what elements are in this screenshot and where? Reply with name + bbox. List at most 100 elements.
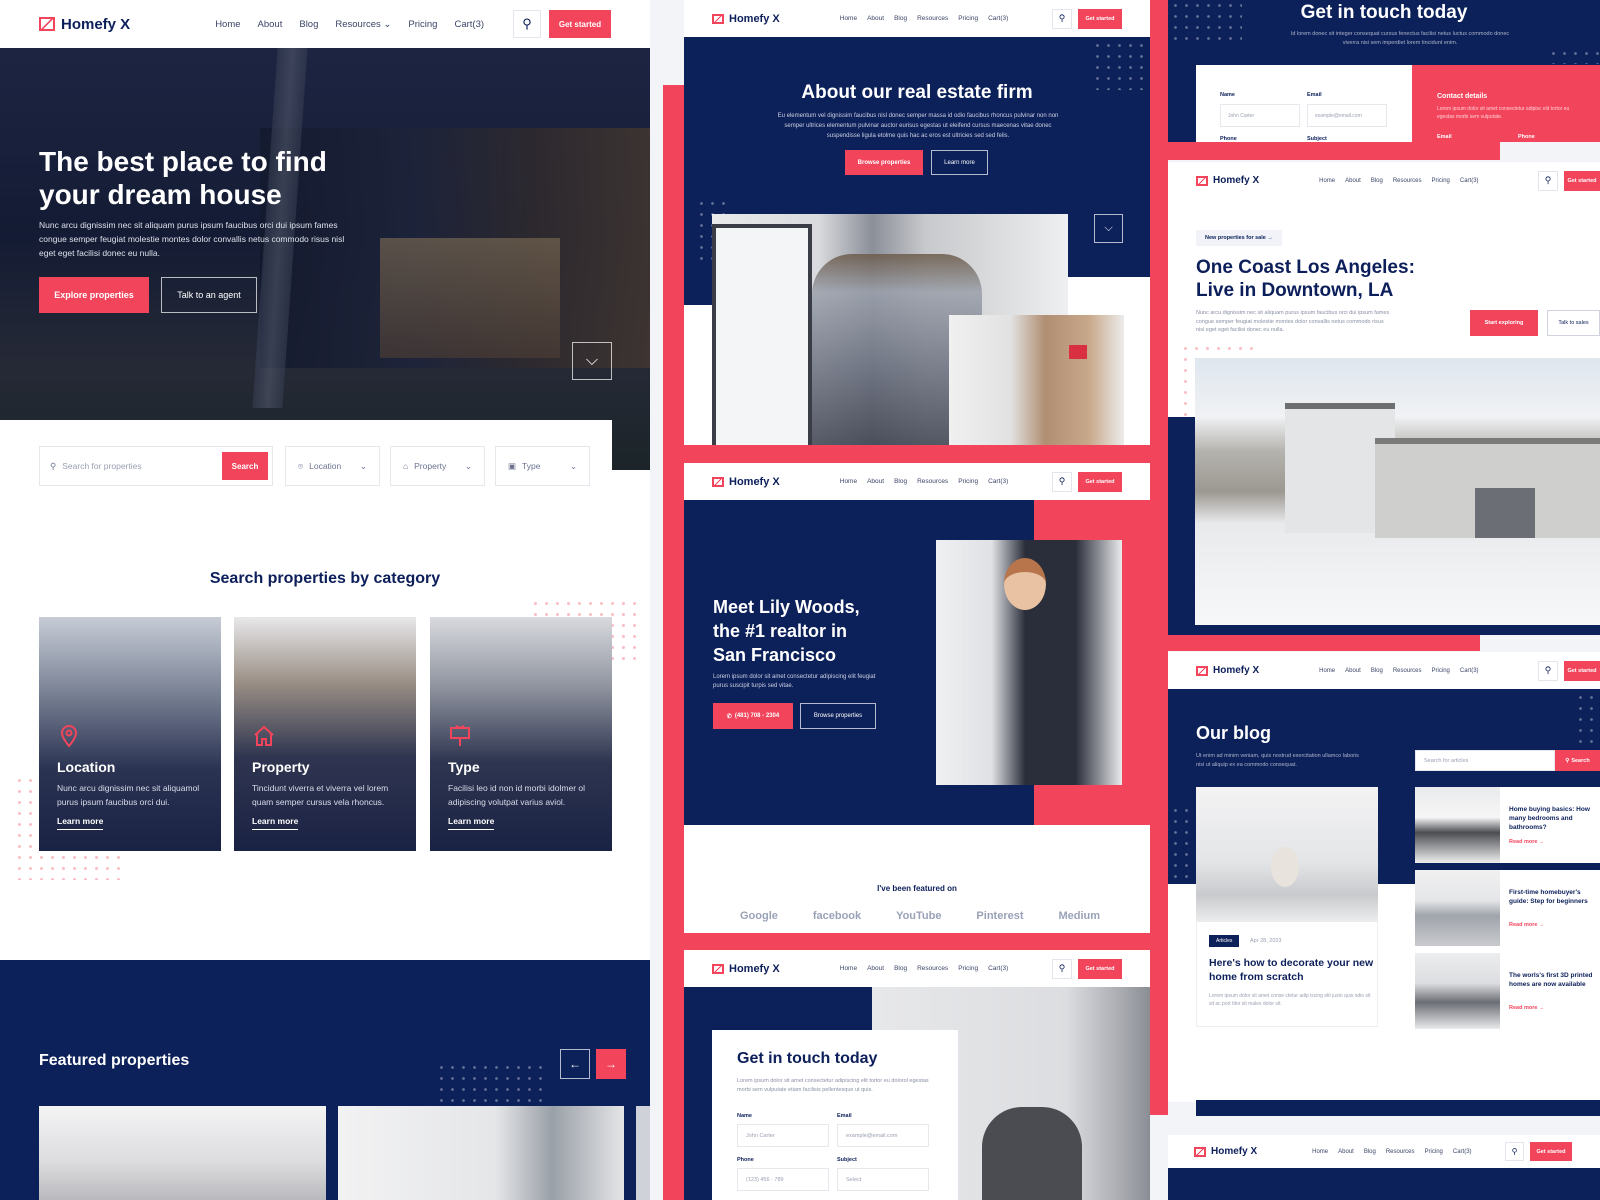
nav-home[interactable]: Home [840, 965, 857, 972]
nav-cart[interactable]: Cart(3) [988, 478, 1008, 485]
nav-cart[interactable]: Cart(3) [454, 19, 484, 30]
blog-post-item[interactable]: First-time homebuyer's guide: Step for b… [1415, 870, 1600, 946]
logo[interactable]: Homefy X [39, 16, 130, 33]
search-button[interactable]: ⚲ [513, 10, 541, 38]
scroll-down-button[interactable]: ⌵ [1094, 214, 1123, 243]
category-card-type[interactable]: Type Facilisi leo id non id morbi idolme… [430, 617, 612, 851]
search-button[interactable]: ⚲ [1538, 170, 1558, 191]
nav-resources[interactable]: Resources ⌄ [335, 19, 391, 30]
phone-input[interactable]: (123) 456 - 789 [737, 1168, 829, 1191]
get-started-button[interactable]: Get started [549, 10, 611, 38]
explore-properties-button[interactable]: Explore properties [39, 277, 149, 313]
carousel-next-button[interactable]: → [596, 1049, 626, 1079]
learn-more-link[interactable]: Learn more [252, 816, 299, 830]
nav-pricing[interactable]: Pricing [408, 19, 437, 30]
nav-blog[interactable]: Blog [299, 19, 318, 30]
nav-home[interactable]: Home [840, 478, 857, 485]
nav-home[interactable]: Home [1319, 178, 1335, 184]
location-select[interactable]: ⌾ Location ⌄ [285, 446, 380, 486]
get-started-button[interactable]: Get started [1078, 471, 1122, 492]
get-started-button[interactable]: Get started [1564, 170, 1600, 191]
post-title[interactable]: The worls's first 3D printed homes are n… [1509, 971, 1594, 989]
type-select[interactable]: ▣ Type ⌄ [495, 446, 590, 486]
search-button[interactable]: ⚲ [1505, 1142, 1524, 1161]
nav-blog[interactable]: Blog [1371, 668, 1383, 674]
name-input[interactable]: John Carter [737, 1124, 829, 1147]
logo[interactable]: Homefy X [712, 963, 780, 975]
nav-cart[interactable]: Cart(3) [988, 15, 1008, 22]
category-card-property[interactable]: Property Tincidunt viverra et viverra ve… [234, 617, 416, 851]
nav-about[interactable]: About [867, 478, 884, 485]
post-title[interactable]: First-time homebuyer's guide: Step for b… [1509, 888, 1594, 906]
search-button[interactable]: ⚲ [1052, 958, 1072, 979]
get-started-button[interactable]: Get started [1078, 958, 1122, 979]
nav-blog[interactable]: Blog [894, 965, 907, 972]
browse-properties-button[interactable]: Browse properties [800, 703, 876, 729]
nav-home[interactable]: Home [1312, 1149, 1328, 1155]
nav-pricing[interactable]: Pricing [958, 965, 978, 972]
read-more-link[interactable]: Read more → [1509, 839, 1544, 845]
email-input[interactable]: example@email.com [1307, 104, 1387, 127]
nav-pricing[interactable]: Pricing [1425, 1149, 1443, 1155]
email-input[interactable]: example@email.com [837, 1124, 929, 1147]
search-submit-button[interactable]: Search [222, 452, 268, 480]
search-button[interactable]: ⚲ [1052, 8, 1072, 29]
article-search-input[interactable]: Search for articles [1415, 750, 1555, 771]
logo[interactable]: Homefy X [712, 476, 780, 488]
talk-to-agent-button[interactable]: Talk to an agent [161, 277, 257, 313]
read-more-link[interactable]: Read more → [1509, 1005, 1544, 1011]
featured-property-image[interactable] [39, 1106, 326, 1200]
nav-about[interactable]: About [1345, 668, 1361, 674]
scroll-down-button[interactable]: ⌵ [572, 342, 612, 380]
featured-property-image[interactable] [636, 1106, 650, 1200]
nav-home[interactable]: Home [1319, 668, 1335, 674]
blog-post-item[interactable]: The worls's first 3D printed homes are n… [1415, 953, 1600, 1029]
nav-home[interactable]: Home [215, 19, 240, 30]
post-tag[interactable]: Articles [1209, 935, 1240, 947]
nav-home[interactable]: Home [840, 15, 857, 22]
learn-more-link[interactable]: Learn more [448, 816, 495, 830]
name-input[interactable]: John Carter [1220, 104, 1300, 127]
browse-properties-button[interactable]: Browse properties [845, 150, 923, 175]
get-started-button[interactable]: Get started [1564, 660, 1600, 681]
get-started-button[interactable]: Get started [1530, 1142, 1572, 1161]
article-search-button[interactable]: ⚲ Search [1555, 750, 1600, 771]
nav-pricing[interactable]: Pricing [1432, 668, 1450, 674]
search-button[interactable]: ⚲ [1052, 471, 1072, 492]
nav-resources[interactable]: Resources [1393, 668, 1422, 674]
nav-cart[interactable]: Cart(3) [1460, 668, 1479, 674]
nav-resources[interactable]: Resources [1393, 178, 1422, 184]
search-button[interactable]: ⚲ [1538, 660, 1558, 681]
post-title[interactable]: Home buying basics: How many bedrooms an… [1509, 805, 1594, 832]
nav-about[interactable]: About [1345, 178, 1361, 184]
nav-cart[interactable]: Cart(3) [1453, 1149, 1472, 1155]
nav-pricing[interactable]: Pricing [958, 15, 978, 22]
nav-cart[interactable]: Cart(3) [1460, 178, 1479, 184]
logo[interactable]: Homefy X [1196, 175, 1259, 186]
learn-more-link[interactable]: Learn more [57, 816, 104, 830]
new-properties-badge[interactable]: New properties for sale → [1196, 230, 1282, 246]
nav-about[interactable]: About [1338, 1149, 1354, 1155]
nav-blog[interactable]: Blog [1364, 1149, 1376, 1155]
nav-pricing[interactable]: Pricing [958, 478, 978, 485]
nav-blog[interactable]: Blog [894, 478, 907, 485]
subject-select[interactable]: Select [837, 1168, 929, 1191]
carousel-prev-button[interactable]: ← [560, 1049, 590, 1079]
logo[interactable]: Homefy X [1196, 665, 1259, 676]
featured-property-image[interactable] [338, 1106, 624, 1200]
nav-resources[interactable]: Resources [917, 965, 948, 972]
call-agent-button[interactable]: ✆ (481) 708 - 2304 [713, 703, 793, 729]
start-exploring-button[interactable]: Start exploring [1470, 310, 1538, 336]
get-started-button[interactable]: Get started [1078, 8, 1122, 29]
talk-to-sales-button[interactable]: Talk to sales [1547, 310, 1600, 336]
read-more-link[interactable]: Read more → [1509, 922, 1544, 928]
logo[interactable]: Homefy X [1194, 1146, 1257, 1157]
nav-resources[interactable]: Resources [917, 15, 948, 22]
nav-about[interactable]: About [258, 19, 283, 30]
learn-more-button[interactable]: Learn more [931, 150, 988, 175]
logo[interactable]: Homefy X [712, 13, 780, 25]
nav-blog[interactable]: Blog [1371, 178, 1383, 184]
nav-blog[interactable]: Blog [894, 15, 907, 22]
nav-pricing[interactable]: Pricing [1432, 178, 1450, 184]
main-post-title[interactable]: Here's how to decorate your new home fro… [1209, 956, 1374, 984]
